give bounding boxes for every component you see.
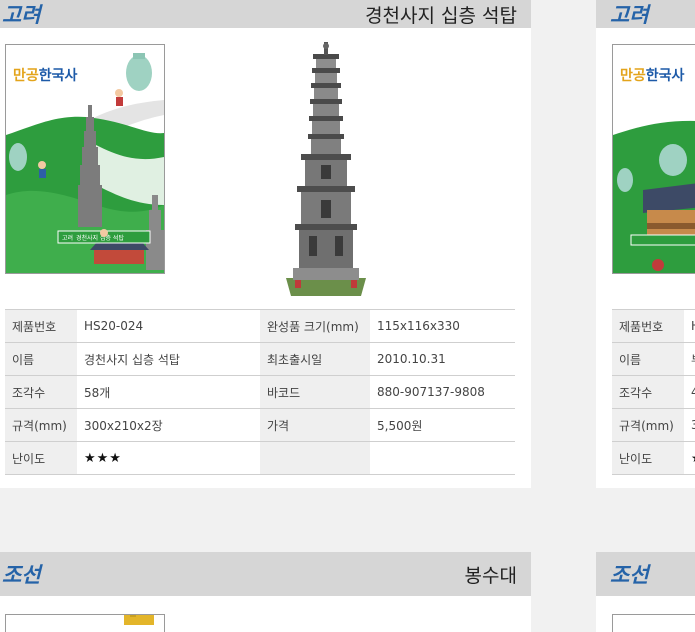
book-label-era: 고려 xyxy=(62,234,73,242)
spec-table: 제품번호 HS20-024 완성품 크기(mm) 115x116x330 이름 … xyxy=(5,309,515,475)
product-card-right: 고려 만공한국사 제품번호H 이름부 조각수4 규격(mm)3 난이도★ xyxy=(596,0,695,488)
spec-row: 제품번호H xyxy=(612,309,695,343)
book-cover-image[interactable]: 만공한국사 xyxy=(5,44,165,274)
spec-label: 조각수 xyxy=(5,375,77,409)
pagoda-model-image[interactable] xyxy=(281,40,371,302)
book-cover-image[interactable] xyxy=(5,614,165,632)
spec-label: 난이도 xyxy=(612,441,684,475)
spec-value: HS20-024 xyxy=(77,309,260,343)
card-header: 조선 xyxy=(596,552,695,596)
spec-row-name: 이름 경천사지 십층 석탑 최초출시일 2010.10.31 xyxy=(5,342,515,376)
spec-label: 이름 xyxy=(5,342,77,376)
book-cover-image[interactable]: 만공한국사 xyxy=(612,44,695,274)
era-label: 고려 xyxy=(2,3,41,27)
spec-label: 제품번호 xyxy=(5,309,77,343)
book-illustration: 고려 경천사지 십층 석탑 xyxy=(6,53,164,273)
book-label-name: 경천사지 십층 석탑 xyxy=(76,234,124,242)
spec-label: 최초출시일 xyxy=(260,342,370,376)
spec-value: 300x210x2장 xyxy=(77,408,260,442)
spec-row: 난이도★ xyxy=(612,441,695,475)
spec-label: 규격(mm) xyxy=(5,408,77,442)
spec-row-pieces: 조각수 58개 바코드 880-907137-9808 xyxy=(5,375,515,409)
spec-value: 58개 xyxy=(77,375,260,409)
spec-label: 규격(mm) xyxy=(612,408,684,442)
spec-label-empty xyxy=(260,441,370,475)
spec-value: 3 xyxy=(684,408,695,442)
era-label: 고려 xyxy=(610,3,649,27)
spec-label: 가격 xyxy=(260,408,370,442)
spec-label: 이름 xyxy=(612,342,684,376)
spec-row-size: 규격(mm) 300x210x2장 가격 5,500원 xyxy=(5,408,515,442)
card-header: 조선 봉수대 xyxy=(0,552,531,596)
product-title: 경천사지 십층 석탑 xyxy=(365,4,517,27)
card-header: 고려 경천사지 십층 석탑 xyxy=(0,0,531,28)
spec-value: 경천사지 십층 석탑 xyxy=(77,342,260,376)
book-illustration xyxy=(613,120,695,273)
spec-label: 제품번호 xyxy=(612,309,684,343)
spec-value: 4 xyxy=(684,375,695,409)
spec-label: 완성품 크기(mm) xyxy=(260,309,370,343)
spec-value: 115x116x330 xyxy=(370,309,515,343)
product-card-bottom: 조선 봉수대 xyxy=(0,552,531,632)
spec-row: 이름부 xyxy=(612,342,695,376)
spec-value: 880-907137-9808 xyxy=(370,375,515,409)
spec-label: 바코드 xyxy=(260,375,370,409)
spec-value: 부 xyxy=(684,342,695,376)
spec-value: H xyxy=(684,309,695,343)
spec-row-product-number: 제품번호 HS20-024 완성품 크기(mm) 115x116x330 xyxy=(5,309,515,343)
difficulty-stars: ★ xyxy=(684,441,695,475)
spec-table: 제품번호H 이름부 조각수4 규격(mm)3 난이도★ xyxy=(612,309,695,475)
spec-row-difficulty: 난이도 ★★★ xyxy=(5,441,515,475)
product-card-bottom-right: 조선 xyxy=(596,552,695,632)
spec-value: 5,500원 xyxy=(370,408,515,442)
spec-value: 2010.10.31 xyxy=(370,342,515,376)
spec-label: 조각수 xyxy=(612,375,684,409)
era-label: 조선 xyxy=(610,563,649,587)
product-card: 고려 경천사지 십층 석탑 만공한국사 고려 경천사지 십층 석탑 제품번호 H… xyxy=(0,0,531,488)
difficulty-stars: ★★★ xyxy=(77,441,260,475)
product-title: 봉수대 xyxy=(464,564,517,587)
spec-row: 규격(mm) 3 xyxy=(612,408,695,442)
spec-label: 난이도 xyxy=(5,441,77,475)
book-cover-image[interactable] xyxy=(612,614,695,632)
card-header: 고려 xyxy=(596,0,695,28)
era-label: 조선 xyxy=(2,563,41,587)
spec-row: 조각수 4 xyxy=(612,375,695,409)
book-illustration xyxy=(124,615,154,625)
spec-value-empty xyxy=(370,441,515,475)
